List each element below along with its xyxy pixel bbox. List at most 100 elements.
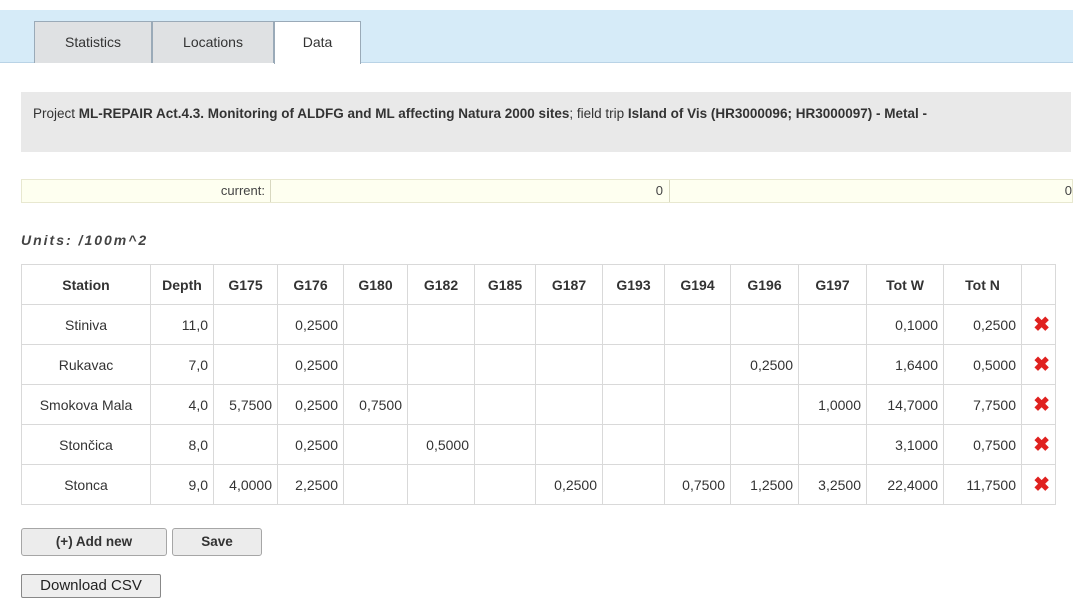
project-prefix: Project [33,106,79,121]
value-cell[interactable] [798,304,867,345]
tab-statistics[interactable]: Statistics [34,21,152,63]
value-cell[interactable]: 7,7500 [943,384,1022,425]
project-name: ML-REPAIR Act.4.3. Monitoring of ALDFG a… [78,106,570,121]
value-cell[interactable]: 11,0 [150,304,214,345]
add-new-button[interactable]: (+) Add new [21,528,167,556]
delete-x-icon[interactable]: ✖ [1021,304,1056,345]
value-cell[interactable] [664,384,731,425]
value-cell[interactable]: 0,5000 [407,424,475,465]
value-cell[interactable]: 0,7500 [664,464,731,505]
value-cell[interactable] [343,464,408,505]
value-cell[interactable] [407,344,475,385]
trip-prefix: ; field trip [569,106,628,121]
value-cell[interactable]: 0,2500 [277,384,344,425]
value-cell[interactable] [535,424,603,465]
value-cell[interactable] [213,424,278,465]
tab-bar: Statistics Locations Data [0,10,1073,64]
value-cell[interactable] [664,424,731,465]
column-header: Station [21,264,151,305]
value-cell[interactable] [213,304,278,345]
value-cell[interactable]: 9,0 [150,464,214,505]
column-header: G196 [730,264,799,305]
value-cell[interactable]: 4,0000 [213,464,278,505]
value-cell[interactable] [213,344,278,385]
value-cell[interactable]: 3,1000 [866,424,944,465]
value-cell[interactable] [535,344,603,385]
value-cell[interactable] [602,304,665,345]
value-cell[interactable] [602,384,665,425]
value-cell[interactable]: 0,2500 [277,304,344,345]
value-cell[interactable] [602,464,665,505]
value-cell[interactable] [535,304,603,345]
column-header: G185 [474,264,536,305]
column-header: Depth [150,264,214,305]
save-button[interactable]: Save [172,528,262,556]
delete-x-icon[interactable]: ✖ [1021,464,1056,505]
column-header: G176 [277,264,344,305]
value-cell[interactable]: 11,7500 [943,464,1022,505]
value-cell[interactable]: 0,2500 [277,424,344,465]
value-cell[interactable]: 5,7500 [213,384,278,425]
column-header: G197 [798,264,867,305]
value-cell[interactable] [602,424,665,465]
value-cell[interactable]: 14,7000 [866,384,944,425]
value-cell[interactable] [474,384,536,425]
value-cell[interactable]: 0,7500 [343,384,408,425]
delete-x-icon[interactable]: ✖ [1021,384,1056,425]
station-cell[interactable]: Smokova Mala [21,384,151,425]
value-cell[interactable]: 1,0000 [798,384,867,425]
value-cell[interactable] [474,424,536,465]
value-cell[interactable]: 0,2500 [535,464,603,505]
value-cell[interactable] [343,424,408,465]
station-cell[interactable]: Stonca [21,464,151,505]
tab-locations[interactable]: Locations [152,21,274,63]
value-cell[interactable] [602,344,665,385]
column-header: Tot W [866,264,944,305]
delete-x-icon[interactable]: ✖ [1021,424,1056,465]
value-cell[interactable] [730,424,799,465]
value-cell[interactable] [798,344,867,385]
value-cell[interactable]: 22,4000 [866,464,944,505]
value-cell[interactable]: 8,0 [150,424,214,465]
trip-name: Island of Vis (HR3000096; HR3000097) - M… [627,106,927,121]
value-cell[interactable] [730,384,799,425]
column-header: G193 [602,264,665,305]
value-cell[interactable] [407,464,475,505]
value-cell[interactable]: 1,6400 [866,344,944,385]
value-cell[interactable] [474,344,536,385]
value-cell[interactable]: 0,5000 [943,344,1022,385]
value-cell[interactable]: 7,0 [150,344,214,385]
table-header-row: Station Depth G175 G176 G180 G182 G185 G… [21,264,1056,305]
value-cell[interactable]: 2,2500 [277,464,344,505]
value-cell[interactable]: 0,2500 [730,344,799,385]
value-cell[interactable] [730,304,799,345]
table-row: Stončica 8,0 0,2500 0,5000 3,1000 0,7500 ✖ [21,424,1056,465]
value-cell[interactable] [474,304,536,345]
value-cell[interactable]: 4,0 [150,384,214,425]
value-cell[interactable] [664,304,731,345]
station-cell[interactable]: Stiniva [21,304,151,345]
delete-x-icon[interactable]: ✖ [1021,344,1056,385]
value-cell[interactable]: 0,2500 [277,344,344,385]
station-cell[interactable]: Rukavac [21,344,151,385]
value-cell[interactable] [535,384,603,425]
value-cell[interactable]: 1,2500 [730,464,799,505]
value-cell[interactable] [664,344,731,385]
station-cell[interactable]: Stončica [21,424,151,465]
current-label: current: [220,183,265,198]
table-row: Rukavac 7,0 0,2500 0,2500 1,6400 0,5000 ✖ [21,344,1056,385]
tab-data[interactable]: Data [274,21,361,64]
value-cell[interactable]: 0,7500 [943,424,1022,465]
column-header: G187 [535,264,603,305]
value-cell[interactable] [343,344,408,385]
value-cell[interactable] [798,424,867,465]
download-csv-button[interactable]: Download CSV [21,574,161,598]
value-cell[interactable] [474,464,536,505]
value-cell[interactable]: 0,1000 [866,304,944,345]
value-cell[interactable] [407,384,475,425]
value-cell[interactable] [343,304,408,345]
value-cell[interactable]: 0,2500 [943,304,1022,345]
value-cell[interactable] [407,304,475,345]
value-cell[interactable]: 3,2500 [798,464,867,505]
data-table: Station Depth G175 G176 G180 G182 G185 G… [21,264,1056,505]
